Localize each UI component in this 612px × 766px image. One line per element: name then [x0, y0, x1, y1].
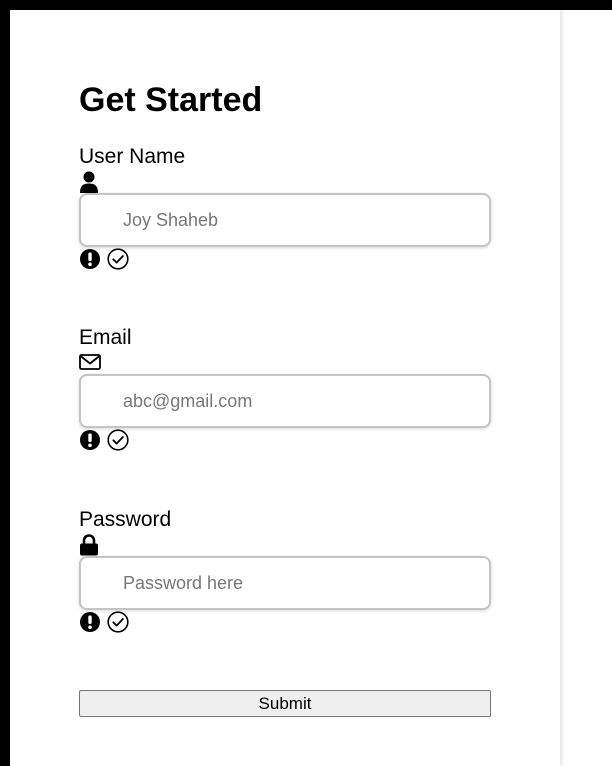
error-icon — [79, 248, 101, 270]
error-icon — [79, 611, 101, 633]
user-icon — [79, 171, 99, 193]
password-input[interactable] — [79, 556, 491, 610]
password-status — [79, 611, 491, 633]
email-field-group: Email — [79, 326, 491, 451]
password-field-group: Password — [79, 508, 491, 633]
window-left-border — [0, 0, 10, 766]
email-status — [79, 429, 491, 451]
envelope-icon — [79, 352, 101, 372]
success-icon — [107, 611, 129, 633]
lock-icon — [79, 534, 99, 556]
submit-button[interactable]: Submit — [79, 690, 491, 717]
username-label: User Name — [79, 145, 186, 168]
form-card: Get Started User Name Joy Shaheb Email a… — [10, 10, 560, 766]
username-field-group: User Name — [79, 145, 491, 270]
email-input[interactable] — [79, 374, 491, 428]
password-label: Password — [79, 508, 172, 531]
window-top-border — [0, 0, 612, 10]
email-label: Email — [79, 326, 132, 349]
page-title: Get Started — [79, 81, 263, 119]
username-input[interactable] — [79, 193, 491, 247]
success-icon — [107, 429, 129, 451]
error-icon — [79, 429, 101, 451]
success-icon — [107, 248, 129, 270]
username-status — [79, 248, 491, 270]
